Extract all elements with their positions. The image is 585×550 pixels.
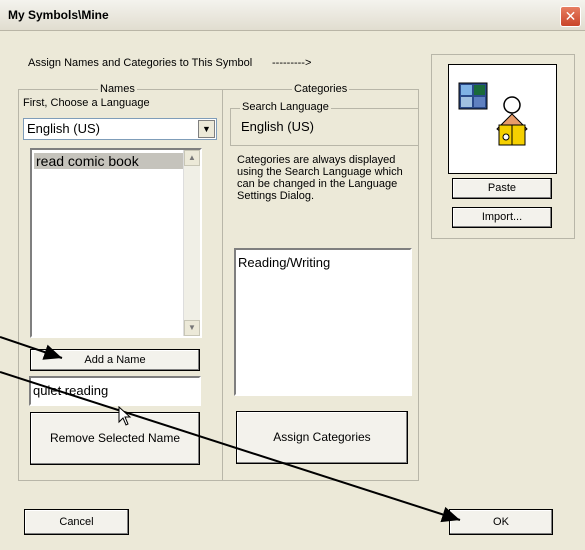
search-language-label: Search Language <box>240 101 331 113</box>
categories-list[interactable]: Reading/Writing <box>234 248 412 396</box>
close-button[interactable]: ✕ <box>560 6 581 27</box>
paste-button[interactable]: Paste <box>452 178 552 199</box>
ok-button-label: OK <box>493 516 509 528</box>
language-dropdown-value: English (US) <box>27 121 100 136</box>
add-name-button[interactable]: Add a Name <box>30 349 200 371</box>
mouse-cursor-icon <box>118 406 132 426</box>
categories-note: Categories are always displayed using th… <box>237 154 403 202</box>
add-name-button-label: Add a Name <box>84 354 146 366</box>
title-bar[interactable]: My Symbols\Mine ✕ <box>0 0 585 31</box>
ok-button[interactable]: OK <box>449 509 553 535</box>
choose-language-label: First, Choose a Language <box>23 97 150 109</box>
import-button[interactable]: Import... <box>452 207 552 228</box>
symbol-preview <box>448 64 557 174</box>
close-icon: ✕ <box>564 8 577 24</box>
names-list[interactable]: read comic book ▲ ▼ <box>30 148 202 338</box>
list-item[interactable]: read comic book <box>34 153 186 169</box>
dialog-window: My Symbols\Mine ✕ Assign Names and Categ… <box>0 0 585 550</box>
names-list-scrollbar[interactable]: ▲ ▼ <box>183 150 200 336</box>
remove-selected-name-button[interactable]: Remove Selected Name <box>30 412 200 465</box>
paste-button-label: Paste <box>487 182 517 194</box>
search-language-value: English (US) <box>241 119 314 134</box>
remove-selected-name-label: Remove Selected Name <box>49 431 181 445</box>
assign-categories-label: Assign Categories <box>273 430 371 444</box>
new-name-value: quiet reading <box>33 383 109 398</box>
import-button-label: Import... <box>481 211 523 223</box>
names-group-label: Names <box>98 83 137 95</box>
cancel-button[interactable]: Cancel <box>24 509 129 535</box>
language-dropdown[interactable]: English (US) ▼ <box>23 118 217 140</box>
cancel-button-label: Cancel <box>59 516 94 528</box>
scroll-down-icon[interactable]: ▼ <box>184 320 200 336</box>
window-title: My Symbols\Mine <box>8 8 109 22</box>
instruction-text: Assign Names and Categories to This Symb… <box>28 57 253 69</box>
list-item[interactable]: Reading/Writing <box>238 255 410 270</box>
instruction-arrow: ---------> <box>272 57 312 69</box>
categories-group-label: Categories <box>292 83 350 95</box>
scroll-up-icon[interactable]: ▲ <box>184 150 200 166</box>
chevron-down-icon[interactable]: ▼ <box>198 120 215 138</box>
person-reading-comic-icon <box>458 82 528 146</box>
assign-categories-button[interactable]: Assign Categories <box>236 411 408 464</box>
new-name-input[interactable]: quiet reading <box>29 376 201 406</box>
